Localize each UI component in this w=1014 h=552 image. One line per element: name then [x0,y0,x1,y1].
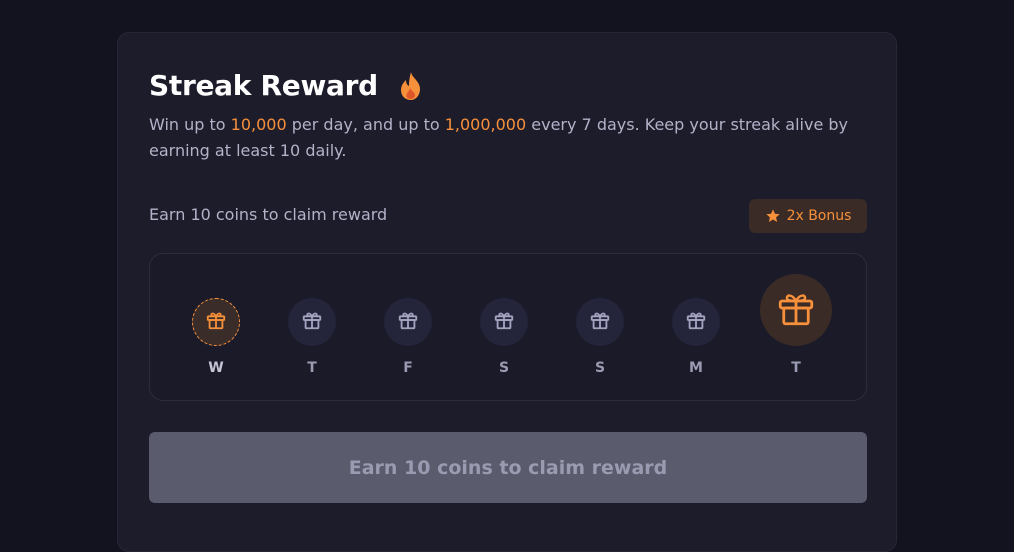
day-reward-circle [576,298,624,346]
gift-icon [589,309,611,335]
day-reward-circle [480,298,528,346]
day-label: S [498,360,510,376]
fire-icon [398,71,424,101]
day-item-wednesday: W [176,254,256,402]
reward-description: Win up to 10,000 per day, and up to 1,00… [149,112,864,164]
day-reward-circle [288,298,336,346]
gift-icon [397,309,419,335]
gift-icon [205,309,227,335]
daily-amount: 10,000 [230,115,287,134]
gift-icon [301,309,323,335]
day-reward-circle [192,298,240,346]
description-text: per day, and up to [286,115,445,134]
day-item-sunday: S [560,254,640,402]
streak-reward-card: Streak Reward Win up to 10,000 per day, … [117,32,897,552]
star-icon [765,208,781,224]
day-label: M [689,360,703,376]
day-label: F [403,360,413,376]
description-text: Win up to [149,115,231,134]
day-label: W [208,360,224,376]
day-label: S [594,360,606,376]
day-item-saturday: S [464,254,544,402]
bonus-label: 2x Bonus [786,208,852,224]
claim-reward-button[interactable]: Earn 10 coins to claim reward [149,432,867,503]
day-item-tuesday-big-reward: T [756,254,836,402]
day-label: T [791,360,801,376]
gift-icon [493,309,515,335]
big-reward-circle [760,274,832,346]
day-label: T [307,360,317,376]
streak-days-panel: W T F S S M T [149,253,867,401]
day-item-thursday: T [272,254,352,402]
day-reward-circle [384,298,432,346]
requirement-label: Earn 10 coins to claim reward [149,205,388,224]
weekly-amount: 1,000,000 [444,115,527,134]
title-row: Streak Reward [149,69,424,102]
gift-icon [775,287,817,333]
day-reward-circle [672,298,720,346]
day-item-monday: M [656,254,736,402]
day-item-friday: F [368,254,448,402]
page-title: Streak Reward [149,69,378,102]
gift-icon [685,309,707,335]
bonus-badge: 2x Bonus [749,199,867,233]
